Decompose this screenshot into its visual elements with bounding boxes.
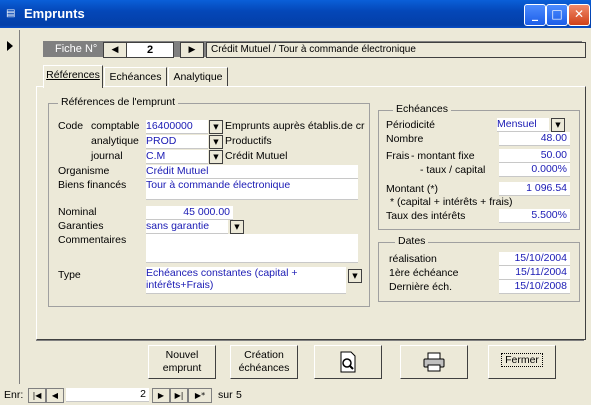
tab-references[interactable]: Références xyxy=(43,65,103,88)
journal-field[interactable]: C.M xyxy=(146,150,208,164)
biens-field[interactable]: Tour à commande électronique xyxy=(146,179,358,200)
first-record-button[interactable]: |◀ xyxy=(28,388,46,403)
nominal-label: Nominal xyxy=(58,206,97,218)
type-dropdown-icon[interactable]: ▼ xyxy=(348,269,362,283)
type-value-line1: Echéances constantes (capital + xyxy=(146,267,298,279)
code-label: Code xyxy=(58,120,84,132)
taux-capital-label: - taux / capital xyxy=(420,164,486,176)
realisation-field[interactable]: 15/10/2004 xyxy=(499,252,570,266)
commentaires-label: Commentaires xyxy=(58,234,127,246)
premiere-echeance-label: 1ère échéance xyxy=(389,267,459,279)
nominal-field[interactable]: 45 000.00 xyxy=(146,206,233,220)
enr-label: Enr: xyxy=(4,389,24,401)
form-icon: ▤ xyxy=(6,8,16,19)
montant-fixe-label: - montant fixe xyxy=(411,150,475,162)
journal-desc: Crédit Mutuel xyxy=(225,150,288,162)
garanties-dropdown-icon[interactable]: ▼ xyxy=(230,220,244,234)
montant-field[interactable]: 1 096.54 xyxy=(499,182,570,196)
comptable-label: comptable xyxy=(91,120,140,132)
current-record-arrow-icon xyxy=(7,41,13,51)
periodicite-dropdown-icon[interactable]: ▼ xyxy=(551,118,565,132)
periodicite-label: Périodicité xyxy=(386,119,436,131)
echeances-group-title: Echéances xyxy=(393,103,451,115)
total-records: 5 xyxy=(236,389,242,401)
comptable-desc: Emprunts auprès établis.de créd xyxy=(225,120,365,132)
comptable-dropdown-icon[interactable]: ▼ xyxy=(209,120,223,134)
type-value-line2: intérêts+Frais) xyxy=(146,279,214,291)
tab-echeances[interactable]: Echéances xyxy=(104,67,167,87)
creation-line2: échéances xyxy=(238,362,290,374)
next-record-button[interactable]: ▶ xyxy=(180,42,204,58)
realisation-label: réalisation xyxy=(389,253,437,265)
maximize-button[interactable]: □ xyxy=(546,4,568,26)
references-group-title: Références de l'emprunt xyxy=(58,96,179,108)
analytique-desc: Productifs xyxy=(225,135,272,147)
fiche-description: Crédit Mutuel / Tour à commande électron… xyxy=(206,42,586,58)
fermer-button[interactable]: Fermer xyxy=(488,345,556,379)
new-record-button[interactable]: ▶* xyxy=(188,388,212,403)
next-record-nav-button[interactable]: ▶ xyxy=(152,388,170,403)
title-bar xyxy=(0,0,591,28)
dates-group-title: Dates xyxy=(395,235,429,247)
nombre-label: Nombre xyxy=(386,133,424,145)
window-title: Emprunts xyxy=(24,6,85,21)
journal-dropdown-icon[interactable]: ▼ xyxy=(209,150,223,164)
tab-echeances-label: Echéances xyxy=(109,71,162,83)
tab-analytique-label: Analytique xyxy=(173,71,223,83)
derniere-echeance-label: Dernière éch. xyxy=(389,281,453,293)
garanties-label: Garanties xyxy=(58,220,104,232)
organisme-label: Organisme xyxy=(58,165,110,177)
last-record-button[interactable]: ▶| xyxy=(170,388,188,403)
fiche-number-field[interactable]: 2 xyxy=(126,42,174,58)
print-preview-icon xyxy=(340,351,356,373)
nouvel-emprunt-button[interactable]: Nouvel emprunt xyxy=(148,345,216,379)
current-record-field[interactable]: 2 xyxy=(66,388,149,402)
analytique-dropdown-icon[interactable]: ▼ xyxy=(209,135,223,149)
type-label: Type xyxy=(58,269,81,281)
frais-label: Frais xyxy=(386,150,410,162)
comptable-field[interactable]: 16400000 xyxy=(146,120,208,134)
commentaires-field[interactable] xyxy=(146,234,358,263)
minimize-button[interactable]: _ xyxy=(524,4,546,26)
print-button[interactable] xyxy=(400,345,468,379)
tab-analytique[interactable]: Analytique xyxy=(168,67,228,87)
fermer-label: Fermer xyxy=(501,353,543,367)
sur-label: sur xyxy=(218,389,233,401)
periodicite-field[interactable]: Mensuel xyxy=(497,118,549,132)
creation-line1: Création xyxy=(244,349,284,361)
organisme-field[interactable]: Crédit Mutuel xyxy=(146,165,358,179)
derniere-echeance-field[interactable]: 15/10/2008 xyxy=(499,280,570,294)
printer-icon xyxy=(423,352,445,372)
footer-separator xyxy=(36,340,584,341)
taux-interets-field[interactable]: 5.500% xyxy=(499,209,570,223)
taux-interets-label: Taux des intérêts xyxy=(386,210,466,222)
montant-label: Montant (*) xyxy=(386,183,438,195)
print-preview-button[interactable] xyxy=(314,345,382,379)
tab-references-label: Références xyxy=(46,69,100,81)
montant-fixe-field[interactable]: 50.00 xyxy=(499,149,570,163)
close-button[interactable]: ✕ xyxy=(568,4,590,26)
type-field[interactable]: Echéances constantes (capital + intérêts… xyxy=(146,267,346,294)
nouvel-line2: emprunt xyxy=(162,362,202,374)
previous-record-nav-button[interactable]: ◀ xyxy=(46,388,64,403)
analytique-field[interactable]: PROD xyxy=(146,135,208,149)
premiere-echeance-field[interactable]: 15/11/2004 xyxy=(499,266,570,280)
nombre-field[interactable]: 48.00 xyxy=(499,132,570,146)
journal-label: journal xyxy=(91,150,123,162)
creation-echeances-button[interactable]: Création échéances xyxy=(230,345,298,379)
garanties-field[interactable]: sans garantie xyxy=(146,220,228,234)
fiche-label: Fiche N° xyxy=(55,43,98,55)
taux-capital-field[interactable]: 0.000% xyxy=(499,163,570,177)
record-selector[interactable] xyxy=(5,30,20,395)
analytique-label: analytique xyxy=(91,135,139,147)
biens-label: Biens financés xyxy=(58,179,127,191)
previous-record-button[interactable]: ◀ xyxy=(103,42,127,58)
nouvel-line1: Nouvel xyxy=(165,349,199,361)
montant-note: * (capital + intérêts + frais) xyxy=(390,196,513,208)
